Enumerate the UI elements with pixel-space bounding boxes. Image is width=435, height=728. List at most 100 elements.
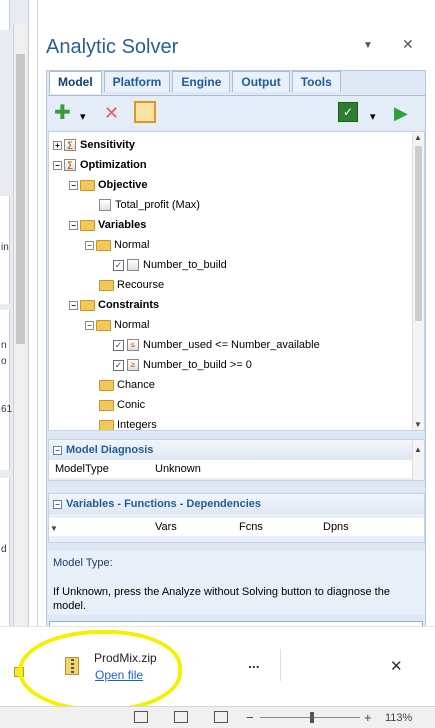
model-pane: Model Platform Engine Output Tools ✚ ▾ ✕… [46,70,426,644]
zoom-slider-thumb[interactable] [310,712,314,723]
collapse-icon[interactable]: − [69,220,78,230]
diagnosis-scrollbar[interactable]: ▲ [412,440,424,480]
zip-file-icon [65,657,79,675]
divider [280,649,281,681]
tree-node-constraints-normal[interactable]: − Normal [85,316,149,334]
tab-model[interactable]: Model [49,71,102,94]
expand-icon[interactable]: + [53,140,62,150]
property-key: ModelType [55,463,109,475]
property-value: Unknown [155,463,201,475]
checkbox[interactable]: ✓ [113,359,124,371]
grid-icon [127,259,139,272]
analyze-icon[interactable]: ✓ [338,102,358,122]
folder-icon [96,319,111,331]
tree-node-recourse[interactable]: Recourse [99,276,164,294]
tree-node-conic[interactable]: Conic [99,396,145,414]
add-dropdown-icon[interactable]: ▾ [80,108,86,126]
constraint-icon: ≥ [127,359,139,372]
tree-node-constraints[interactable]: − Constraints [69,296,159,314]
download-bar: ProdMix.zip Open file ... ✕ [0,626,435,700]
page-break-view-icon[interactable] [214,711,228,723]
description-text: If Unknown, press the Analyze without So… [53,586,390,612]
tree-node-integers[interactable]: Integers [99,416,157,430]
folder-icon [80,299,95,311]
folder-icon [80,179,95,191]
tab-platform[interactable]: Platform [103,71,171,92]
property-row[interactable]: ModelType Unknown ▲ [49,440,424,480]
worksheet-edge: in n o 61 d [0,0,29,700]
folder-icon [99,279,114,291]
model-toolbar: ✚ ▾ ✕ ✓ ▾ ▶ [48,95,425,129]
scrollbar-thumb[interactable] [16,54,25,344]
tree-node-constraint-nonneg[interactable]: ✓ ≥ Number_to_build >= 0 [113,356,252,374]
tree-node-sensitivity[interactable]: + ∑ Sensitivity [53,136,135,154]
worksheet-scrollbar[interactable] [13,24,27,676]
tree-node-constraint-available[interactable]: ✓ ≤ Number_used <= Number_available [113,336,320,354]
cell-icon [99,199,111,212]
scroll-up-icon[interactable]: ▲ [414,133,422,142]
tab-tools[interactable]: Tools [291,71,341,92]
dependencies-section: − Variables - Functions - Dependencies Va… [48,493,425,543]
tree-node-number-to-build[interactable]: ✓ Number_to_build [113,256,227,274]
pane-title: Analytic Solver [46,36,179,58]
scrollbar-thumb[interactable] [415,146,422,321]
model-diagnosis-header[interactable]: − Model Diagnosis [49,440,424,460]
zoom-level[interactable]: 113% [385,712,412,724]
solve-icon[interactable]: ▶ [394,104,408,122]
delete-icon[interactable]: ✕ [104,104,119,122]
pane-menu-icon[interactable]: ▼ [363,40,373,51]
sensitivity-icon: ∑ [64,139,76,152]
refresh-model-icon[interactable] [134,101,156,123]
dependencies-columns: Vars Fcns Dpns ▼ [49,518,424,536]
cell-fragment: n [1,340,7,351]
tree-node-variables[interactable]: − Variables [69,216,146,234]
collapse-icon[interactable]: − [85,320,94,330]
tree-node-variables-normal[interactable]: − Normal [85,236,149,254]
collapse-icon[interactable]: − [53,445,62,455]
tree-node-objective[interactable]: − Objective [69,176,148,194]
normal-view-icon[interactable] [134,711,148,723]
model-diagnosis-section: − Model Diagnosis ModelType Unknown ▲ [48,439,425,481]
pane-close-icon[interactable]: ✕ [402,36,414,53]
collapse-icon[interactable]: − [69,180,78,190]
tree-node-chance[interactable]: Chance [99,376,155,394]
collapse-icon[interactable]: − [85,240,94,250]
dependencies-header[interactable]: − Variables - Functions - Dependencies [49,494,424,514]
scroll-down-icon[interactable]: ▼ [414,420,422,429]
open-file-link[interactable]: Open file [95,668,143,682]
tree-node-optimization[interactable]: − ∑ Optimization [53,156,147,174]
scroll-down-icon[interactable]: ▼ [50,520,422,538]
collapse-icon[interactable]: − [53,499,62,509]
scroll-down-icon[interactable] [14,667,24,677]
add-icon[interactable]: ✚ [54,103,71,123]
cell-fragment: d [1,544,7,555]
checkbox[interactable]: ✓ [113,259,124,271]
folder-icon [96,239,111,251]
tab-output[interactable]: Output [232,71,290,92]
tab-bar: Model Platform Engine Output Tools [49,71,341,94]
folder-icon [99,419,114,430]
collapse-icon[interactable]: − [69,300,78,310]
folder-icon [99,379,114,391]
scroll-up-icon[interactable]: ▲ [414,441,422,459]
cell-fragment: in [1,242,9,253]
tree-scrollbar[interactable]: ▲ ▼ [412,132,424,430]
tab-engine[interactable]: Engine [172,71,231,92]
download-filename: ProdMix.zip [94,651,157,665]
checkbox[interactable]: ✓ [113,339,124,351]
collapse-icon[interactable]: − [53,160,62,170]
description-area: Model Type: If Unknown, press the Analyz… [48,551,425,615]
grid-cell [0,310,10,470]
solver-task-pane: Analytic Solver ▼ ✕ Model Platform Engin… [37,0,433,700]
folder-icon [99,399,114,411]
analyze-dropdown-icon[interactable]: ▾ [370,108,376,126]
page-layout-icon[interactable] [174,711,188,723]
cell-fragment: 61 [1,404,13,415]
zoom-in-icon[interactable]: + [364,710,372,725]
zoom-out-icon[interactable]: − [246,710,254,725]
more-options-icon[interactable]: ... [248,655,260,671]
download-close-icon[interactable]: ✕ [390,657,403,675]
status-bar: − + 113% [0,706,435,728]
folder-icon [80,219,95,231]
tree-node-objective-cell[interactable]: Total_profit (Max) [99,196,200,214]
